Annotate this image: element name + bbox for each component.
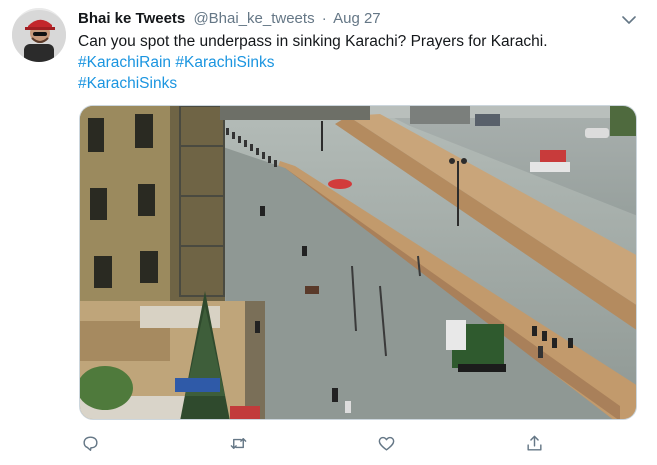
tweet-header: Bhai ke Tweets @Bhai_ke_tweets · Aug 27 — [78, 9, 617, 29]
hashtag-link[interactable]: #KarachiSinks — [175, 54, 274, 71]
flooded-underpass-photo — [80, 106, 636, 419]
tweet[interactable]: Bhai ke Tweets @Bhai_ke_tweets · Aug 27 … — [0, 0, 657, 465]
hashtag-link[interactable]: #KarachiSinks — [78, 75, 177, 92]
avatar-image — [12, 8, 66, 62]
heart-icon — [378, 436, 394, 451]
retweet-button[interactable] — [227, 432, 249, 454]
like-button[interactable] — [375, 432, 397, 454]
tweet-text-line: Can you spot the underpass in sinking Ka… — [78, 33, 548, 50]
retweet-icon — [230, 437, 246, 449]
author-handle[interactable]: @Bhai_ke_tweets — [193, 10, 314, 27]
hashtag-link[interactable]: #KarachiRain — [78, 54, 171, 71]
reply-icon — [82, 435, 98, 451]
separator-dot: · — [321, 10, 327, 27]
chevron-down-icon — [622, 16, 636, 24]
avatar[interactable] — [12, 8, 66, 62]
more-options-button[interactable] — [621, 12, 637, 28]
tweet-date[interactable]: Aug 27 — [333, 10, 381, 27]
author-name[interactable]: Bhai ke Tweets — [78, 10, 185, 27]
share-icon — [526, 435, 542, 451]
reply-button[interactable] — [79, 432, 101, 454]
tweet-text: Can you spot the underpass in sinking Ka… — [78, 31, 638, 94]
tweet-actions — [79, 432, 549, 454]
share-button[interactable] — [523, 432, 545, 454]
tweet-media[interactable] — [79, 105, 637, 420]
